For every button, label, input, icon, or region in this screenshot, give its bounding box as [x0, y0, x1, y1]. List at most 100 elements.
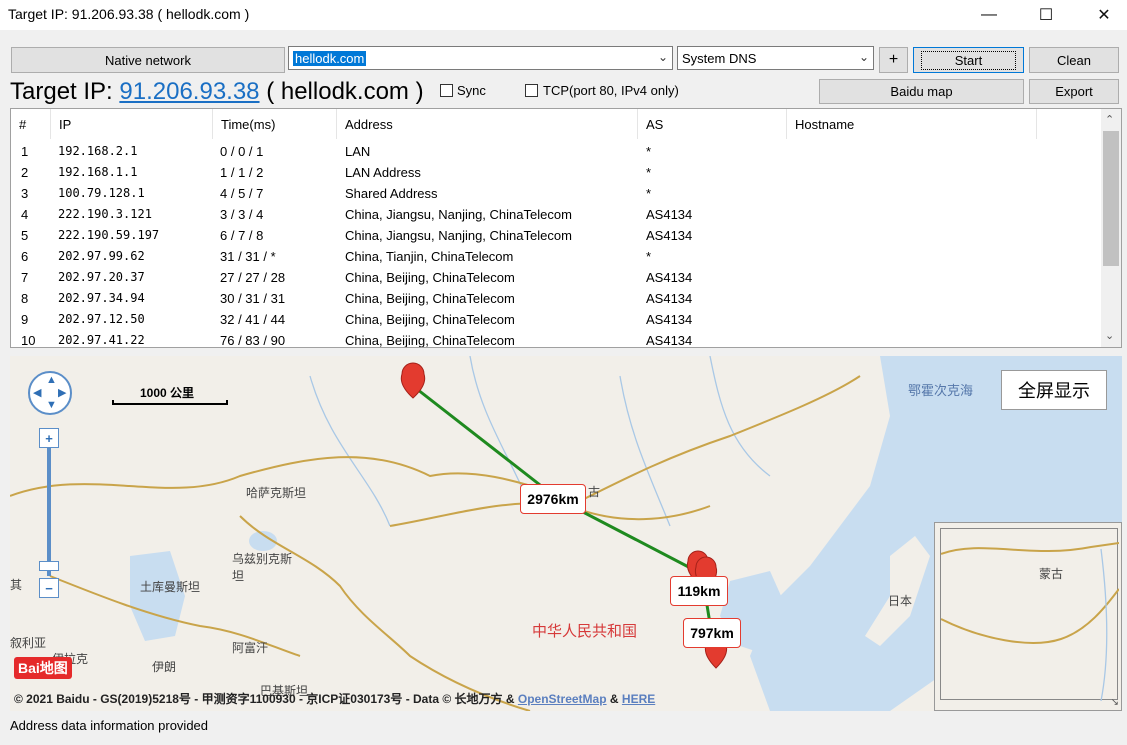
col-header-index[interactable]: # — [11, 109, 51, 139]
overview-viewport[interactable]: 蒙古 — [940, 528, 1120, 702]
zoom-out-button[interactable]: − — [39, 578, 59, 598]
label-turkmenistan: 土库曼斯坦 — [140, 580, 201, 594]
scale-line — [112, 400, 228, 405]
target-host: ( hellodk.com ) — [259, 78, 424, 105]
chevron-down-icon[interactable]: ⌄ — [658, 50, 668, 64]
clean-button[interactable]: Clean — [1029, 47, 1119, 73]
row-ip: 222.190.3.121 — [58, 207, 152, 221]
here-link[interactable]: HERE — [622, 692, 655, 706]
tcp-checkbox[interactable] — [525, 84, 538, 97]
osm-link[interactable]: OpenStreetMap — [518, 692, 607, 706]
col-header-as[interactable]: AS — [638, 109, 787, 139]
minimize-button[interactable]: — — [966, 0, 1012, 30]
native-network-button[interactable]: Native network — [11, 47, 285, 73]
scale-bar: 1000 公里 — [112, 384, 228, 406]
row-address: LAN — [345, 144, 371, 159]
target-prefix: Target IP: — [10, 78, 120, 105]
col-header-time[interactable]: Time(ms) — [213, 109, 337, 139]
label-uzbekistan: 乌兹别克斯坦 — [232, 552, 293, 583]
pan-up-icon[interactable]: ▲ — [46, 374, 57, 386]
zoom-track[interactable] — [47, 448, 51, 576]
row-time: 27 / 27 / 28 — [220, 270, 286, 285]
trace-table[interactable]: # IP Time(ms) Address AS Hostname 1 192.… — [10, 108, 1122, 348]
label-japan: 日本 — [888, 594, 913, 608]
row-ip: 202.97.34.94 — [58, 291, 145, 305]
pan-left-icon[interactable]: ◀ — [33, 386, 41, 399]
sync-checkbox[interactable] — [440, 84, 453, 97]
row-as: * — [646, 165, 652, 180]
pan-down-icon[interactable]: ▼ — [46, 399, 57, 411]
table-scrollbar[interactable]: ⌃ ⌄ — [1101, 109, 1121, 347]
col-header-ip[interactable]: IP — [51, 109, 213, 139]
start-button-label: Start — [920, 50, 1017, 70]
label-gu: 古 — [588, 485, 601, 499]
row-as: AS4134 — [646, 291, 693, 306]
zoom-in-button[interactable]: + — [39, 428, 59, 448]
col-header-hostname[interactable]: Hostname — [787, 109, 1037, 139]
row-index: 8 — [21, 291, 29, 306]
minimize-icon: — — [981, 6, 997, 23]
route-map[interactable]: 鄂霍次克海 哈萨克斯坦 乌兹别克斯坦 土库曼斯坦 阿富汗 伊朗 叙利亚 伊拉克 … — [10, 356, 1122, 711]
dns-select[interactable]: System DNS ⌄ — [677, 46, 874, 70]
row-address: China, Beijing, ChinaTelecom — [345, 291, 515, 306]
zoom-slider-handle[interactable] — [39, 561, 59, 571]
distance-label: 2976km — [520, 484, 586, 514]
row-index: 6 — [21, 249, 29, 264]
row-time: 4 / 5 / 7 — [220, 186, 264, 201]
row-address: Shared Address — [345, 186, 438, 201]
scroll-down-icon[interactable]: ⌄ — [1105, 329, 1114, 342]
status-bar: Address data information provided — [10, 718, 209, 733]
fullscreen-button[interactable]: 全屏显示 — [1001, 370, 1107, 410]
label-qi: 其 — [10, 578, 23, 592]
row-time: 1 / 1 / 2 — [220, 165, 264, 180]
chevron-down-icon[interactable]: ⌄ — [859, 50, 869, 64]
row-address: China, Beijing, ChinaTelecom — [345, 270, 515, 285]
row-address: LAN Address — [345, 165, 421, 180]
distance-label: 119km — [670, 576, 728, 606]
export-button[interactable]: Export — [1029, 79, 1119, 104]
close-button[interactable]: ✕ — [1081, 0, 1127, 30]
row-index: 3 — [21, 186, 29, 201]
baidu-logo-text: Bai地图 — [14, 657, 72, 679]
start-button[interactable]: Start — [913, 47, 1024, 73]
pan-right-icon[interactable]: ▶ — [58, 386, 66, 399]
row-index: 7 — [21, 270, 29, 285]
label-afghanistan: 阿富汗 — [232, 641, 269, 655]
baidu-logo: Bai地图 — [14, 656, 72, 680]
label-okhotsk: 鄂霍次克海 — [908, 383, 974, 398]
row-ip: 202.97.41.22 — [58, 333, 145, 347]
caspian-sea — [130, 551, 185, 641]
host-input-value: hellodk.com — [293, 51, 367, 66]
row-as: AS4134 — [646, 333, 693, 348]
overview-map[interactable]: 蒙古 ↘ — [934, 522, 1122, 711]
row-ip: 202.97.20.37 — [58, 270, 145, 284]
maximize-button[interactable]: ☐ — [1023, 0, 1069, 30]
row-time: 6 / 7 / 8 — [220, 228, 264, 243]
pan-control[interactable]: ▲ ▼ ◀ ▶ — [28, 371, 72, 415]
scroll-up-icon[interactable]: ⌃ — [1105, 113, 1114, 126]
row-as: * — [646, 186, 652, 201]
scale-label: 1000 公里 — [140, 386, 195, 400]
dns-select-value: System DNS — [682, 51, 757, 66]
row-ip: 202.97.12.50 — [58, 312, 145, 326]
row-index: 10 — [21, 333, 36, 348]
col-header-address[interactable]: Address — [337, 109, 638, 139]
scrollbar-thumb[interactable] — [1103, 131, 1119, 266]
host-input[interactable]: hellodk.com ⌄ — [288, 46, 673, 70]
copyright-amp: & — [606, 692, 622, 706]
title-bar: Target IP: 91.206.93.38 ( hellodk.com ) … — [0, 0, 1127, 30]
label-kazakhstan: 哈萨克斯坦 — [246, 486, 307, 500]
row-index: 4 — [21, 207, 29, 222]
row-ip: 100.79.128.1 — [58, 186, 145, 200]
row-as: AS4134 — [646, 228, 693, 243]
row-ip: 222.190.59.197 — [58, 228, 160, 242]
map-copyright: © 2021 Baidu - GS(2019)5218号 - 甲测资字11009… — [14, 690, 655, 707]
row-address: China, Beijing, ChinaTelecom — [345, 312, 515, 327]
row-index: 9 — [21, 312, 29, 327]
label-china: 中华人民共和国 — [532, 623, 638, 640]
resize-corner-icon[interactable]: ↘ — [1111, 697, 1119, 708]
overview-label-mongolia: 蒙古 — [1039, 567, 1064, 581]
baidu-map-button[interactable]: Baidu map — [819, 79, 1024, 104]
add-dns-button[interactable]: + — [879, 47, 908, 73]
target-ip-link[interactable]: 91.206.93.38 — [119, 78, 259, 105]
